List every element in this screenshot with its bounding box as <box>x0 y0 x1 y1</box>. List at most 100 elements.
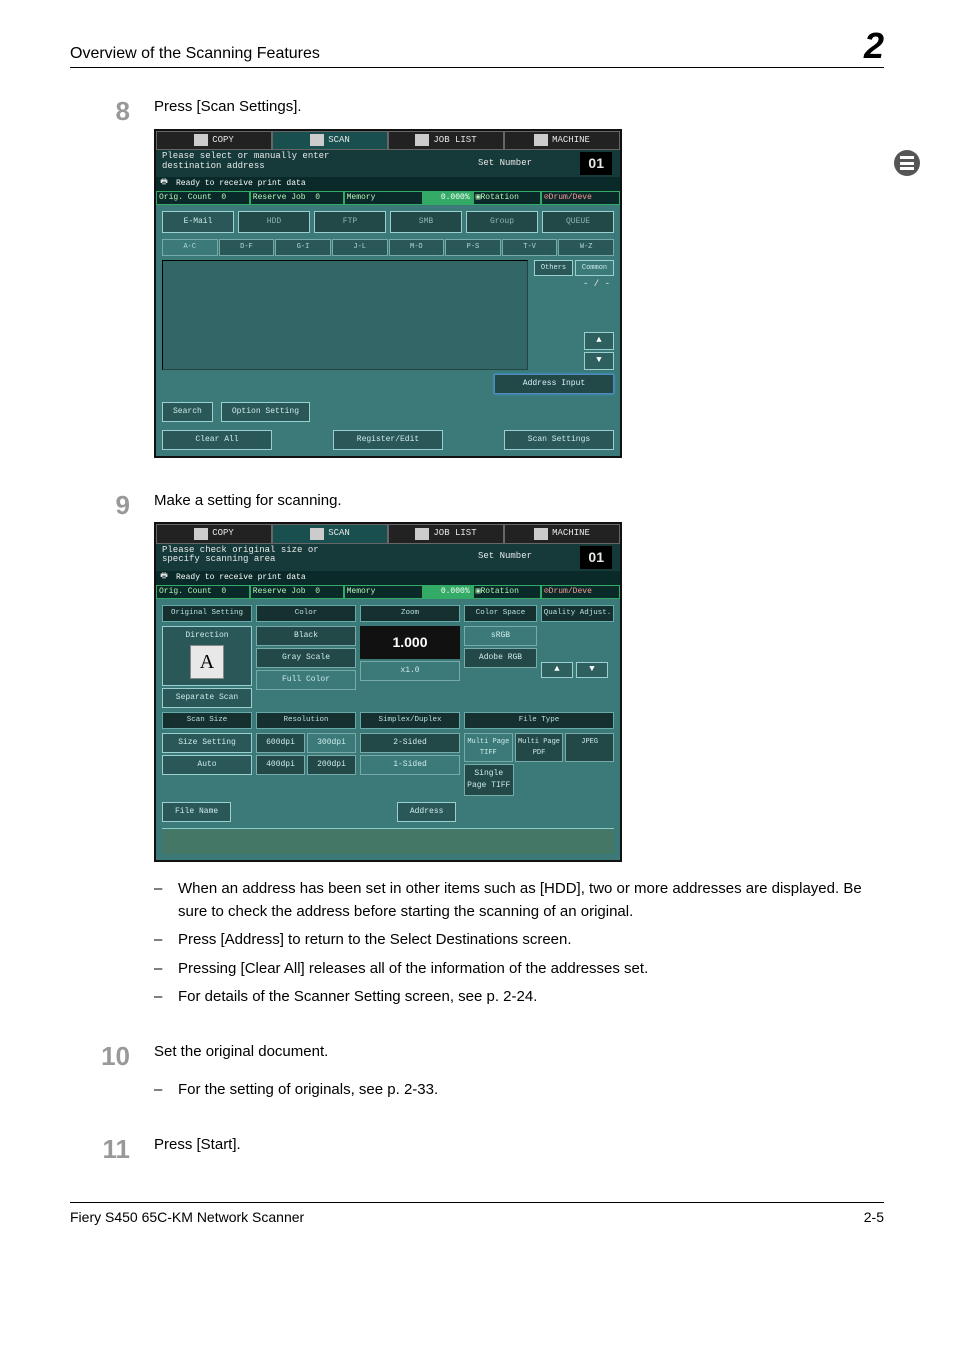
opt-400[interactable]: 400dpi <box>256 755 305 775</box>
copy-icon <box>194 528 208 540</box>
step-10-bullets: For the setting of originals, see p. 2-3… <box>154 1079 884 1102</box>
step-10: 10 Set the original document. For the se… <box>70 1041 884 1108</box>
hdr-original-setting[interactable]: Original Setting <box>162 605 252 622</box>
bullet-item: Pressing [Clear All] releases all of the… <box>154 958 884 981</box>
btn-qa-up[interactable]: ▲ <box>541 662 573 678</box>
step-number: 9 <box>70 490 130 1015</box>
tab-copy[interactable]: COPY <box>156 131 272 151</box>
step-8-text: Press [Scan Settings]. <box>154 96 884 119</box>
ready-text: Ready to receive print data <box>172 177 620 191</box>
footer-left: Fiery S450 65C-KM Network Scanner <box>70 1209 304 1225</box>
copy-icon <box>194 134 208 146</box>
screenshot-select-destination: COPY SCAN JOB LIST MACHINE Please select… <box>154 129 622 458</box>
page-footer: Fiery S450 65C-KM Network Scanner 2-5 <box>70 1202 884 1225</box>
opt-sptiff[interactable]: Single Page TIFF <box>464 764 514 796</box>
tab-tv[interactable]: T-V <box>502 239 558 256</box>
btn-hdd[interactable]: HDD <box>238 211 310 233</box>
bullet-item: When an address has been set in other it… <box>154 878 884 923</box>
pager-text: - / - <box>534 276 614 294</box>
hdr-simplex-duplex: Simplex/Duplex <box>360 712 460 729</box>
btn-x1[interactable]: x1.0 <box>360 661 460 681</box>
hdr-quality-adjust[interactable]: Quality Adjust. <box>541 605 614 622</box>
bullet-item: For details of the Scanner Setting scree… <box>154 986 884 1009</box>
bullet-item: For the setting of originals, see p. 2-3… <box>154 1079 884 1102</box>
btn-smb[interactable]: SMB <box>390 211 462 233</box>
hdr-zoom: Zoom <box>360 605 460 622</box>
message-area: Please select or manually enter destinat… <box>156 150 470 177</box>
footer-right: 2-5 <box>864 1209 884 1225</box>
scroll-down-button[interactable]: ▼ <box>584 352 614 370</box>
tab-ps[interactable]: P-S <box>445 239 501 256</box>
btn-scan-settings[interactable]: Scan Settings <box>504 430 614 450</box>
hdr-file-type: File Type <box>464 712 614 729</box>
btn-search[interactable]: Search <box>162 402 213 422</box>
btn-option-setting[interactable]: Option Setting <box>221 402 310 422</box>
opt-fullcolor[interactable]: Full Color <box>256 670 356 690</box>
step-number: 11 <box>70 1134 130 1167</box>
tab-joblist[interactable]: JOB LIST <box>388 131 504 151</box>
btn-queue[interactable]: QUEUE <box>542 211 614 233</box>
step-9-bullets: When an address has been set in other it… <box>154 878 884 1009</box>
btn-others[interactable]: Others <box>534 260 573 277</box>
btn-common[interactable]: Common <box>575 260 614 277</box>
tab-copy[interactable]: COPY <box>156 524 272 544</box>
btn-filename[interactable]: File Name <box>162 802 231 822</box>
tab-df[interactable]: D-F <box>219 239 275 256</box>
screenshot-scan-settings: COPY SCAN JOB LIST MACHINE Please check … <box>154 522 622 862</box>
tab-scan[interactable]: SCAN <box>272 524 388 544</box>
tab-gi[interactable]: G-I <box>275 239 331 256</box>
tab-mo[interactable]: M-O <box>389 239 445 256</box>
opt-600[interactable]: 600dpi <box>256 733 305 753</box>
bullet-item: Press [Address] to return to the Select … <box>154 929 884 952</box>
btn-auto[interactable]: Auto <box>162 755 252 775</box>
btn-clear-all[interactable]: Clear All <box>162 430 272 450</box>
message-area: Please check original size or specify sc… <box>156 544 470 571</box>
btn-qa-down[interactable]: ▼ <box>576 662 608 678</box>
printer-icon: 🖶 <box>156 177 172 191</box>
scan-icon <box>310 528 324 540</box>
scan-settings-footer <box>162 828 614 854</box>
opt-black[interactable]: Black <box>256 626 356 646</box>
tab-wz[interactable]: W-Z <box>558 239 614 256</box>
opt-adobe[interactable]: Adobe RGB <box>464 648 537 668</box>
opt-gray[interactable]: Gray Scale <box>256 648 356 668</box>
opt-mptiff[interactable]: Multi Page TIFF <box>464 733 513 762</box>
machine-icon <box>534 134 548 146</box>
hdr-scan-size: Scan Size <box>162 712 252 729</box>
opt-1sided[interactable]: 1-Sided <box>360 755 460 775</box>
address-list[interactable] <box>162 260 528 370</box>
opt-srgb[interactable]: sRGB <box>464 626 537 646</box>
scroll-up-button[interactable]: ▲ <box>584 332 614 350</box>
opt-200[interactable]: 200dpi <box>307 755 356 775</box>
opt-300[interactable]: 300dpi <box>307 733 356 753</box>
opt-2sided[interactable]: 2-Sided <box>360 733 460 753</box>
top-tabbar: COPY SCAN JOB LIST MACHINE <box>156 524 620 544</box>
tab-machine[interactable]: MACHINE <box>504 131 620 151</box>
tab-jl[interactable]: J-L <box>332 239 388 256</box>
btn-register-edit[interactable]: Register/Edit <box>333 430 443 450</box>
btn-group[interactable]: Group <box>466 211 538 233</box>
direction-label: Direction A <box>162 626 252 686</box>
tab-ac[interactable]: A-C <box>162 239 218 256</box>
machine-icon <box>534 528 548 540</box>
step-number: 8 <box>70 96 130 464</box>
set-number: Set Number 01 <box>470 544 620 571</box>
tab-machine[interactable]: MACHINE <box>504 524 620 544</box>
menu-icon <box>894 150 920 176</box>
btn-size-setting[interactable]: Size Setting <box>162 733 252 753</box>
btn-address[interactable]: Address <box>397 802 457 822</box>
btn-separate-scan[interactable]: Separate Scan <box>162 688 252 708</box>
opt-jpeg[interactable]: JPEG <box>565 733 614 762</box>
tab-scan[interactable]: SCAN <box>272 131 388 151</box>
top-tabbar: COPY SCAN JOB LIST MACHINE <box>156 131 620 151</box>
btn-address-input[interactable]: Address Input <box>494 374 614 394</box>
scan-icon <box>310 134 324 146</box>
btn-ftp[interactable]: FTP <box>314 211 386 233</box>
opt-mppdf[interactable]: Multi Page PDF <box>515 733 564 762</box>
btn-email[interactable]: E-Mail <box>162 211 234 233</box>
alpha-tabs: A-C D-F G-I J-L M-O P-S T-V W-Z <box>162 239 614 256</box>
list-icon <box>415 528 429 540</box>
tab-joblist[interactable]: JOB LIST <box>388 524 504 544</box>
hdr-color: Color <box>256 605 356 622</box>
step-8: 8 Press [Scan Settings]. COPY SCAN JOB L… <box>70 96 884 464</box>
